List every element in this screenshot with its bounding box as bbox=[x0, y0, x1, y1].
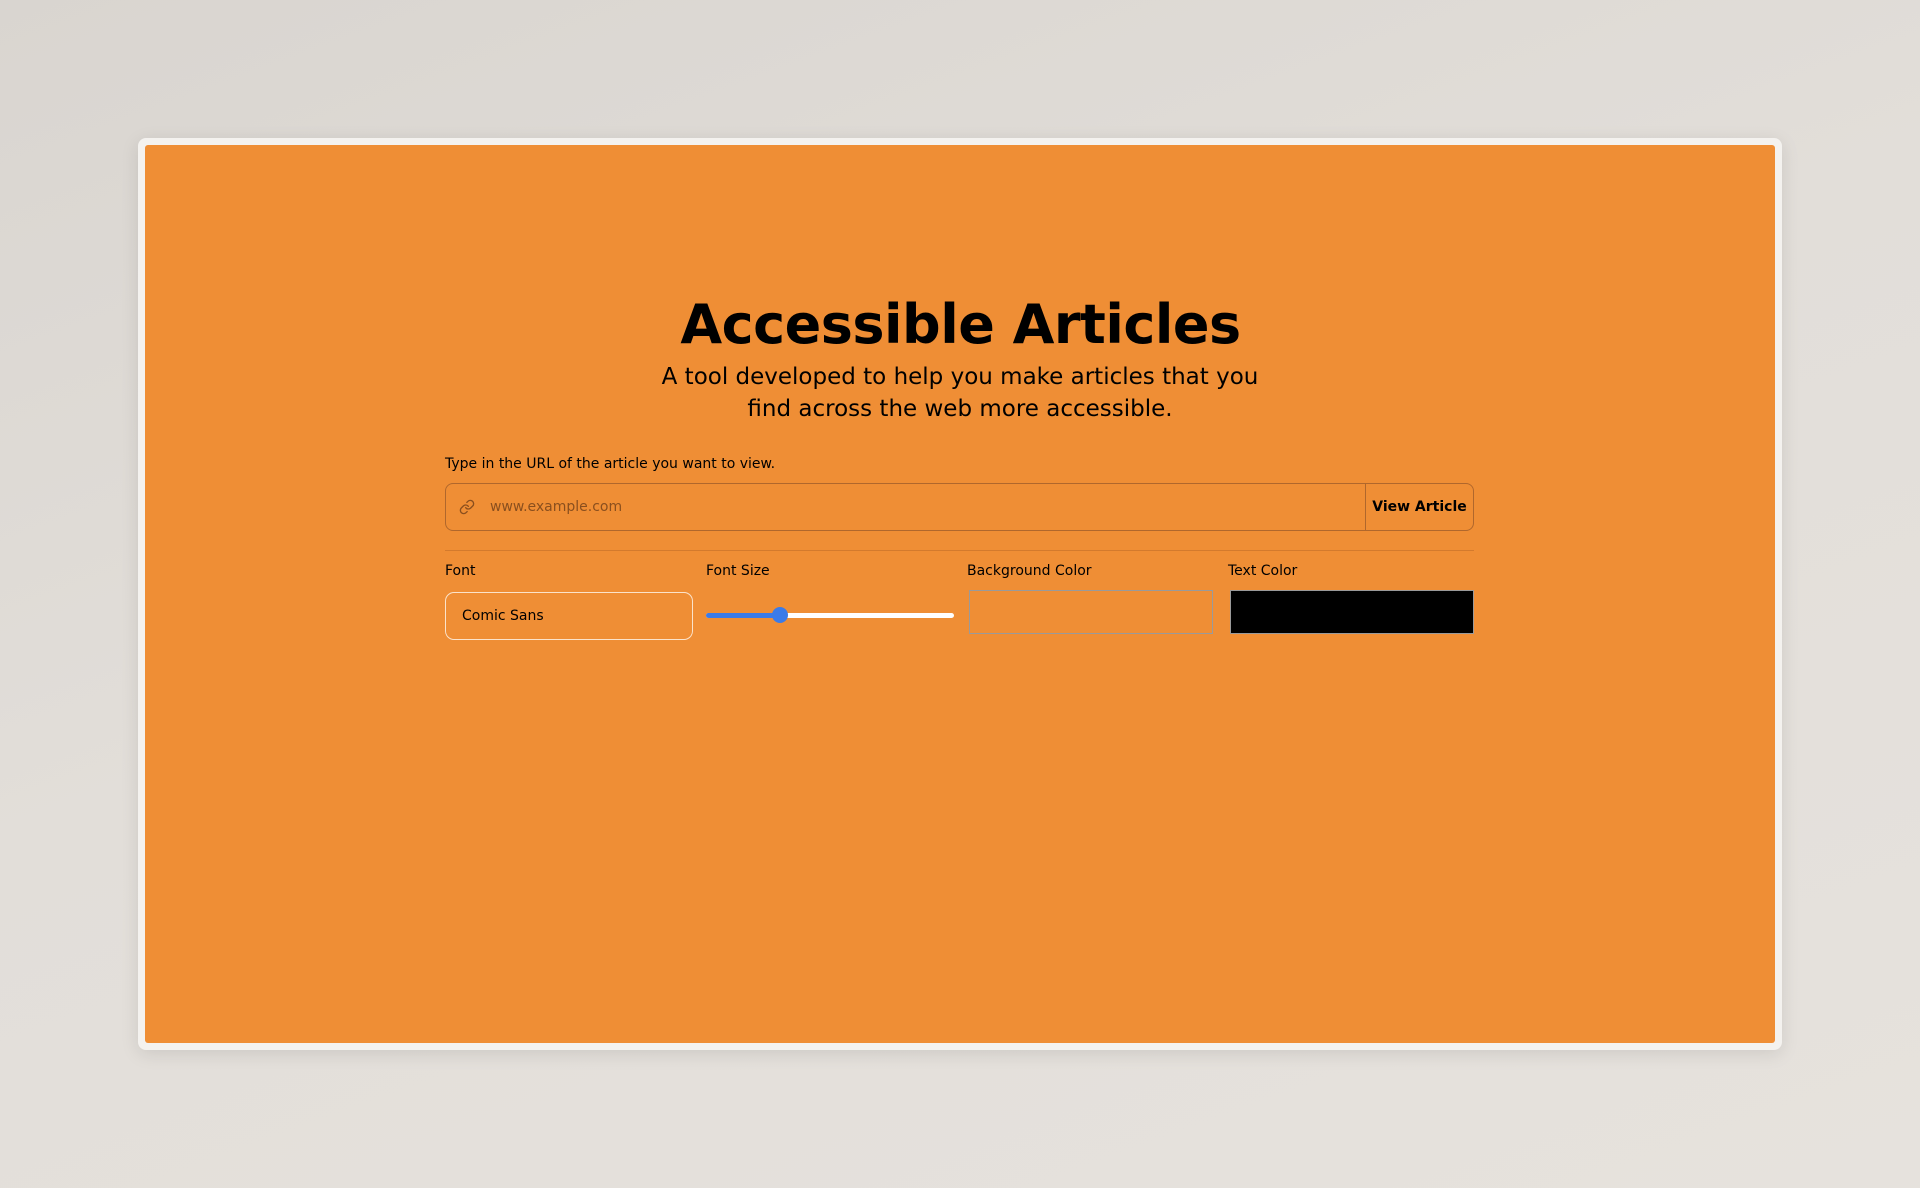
font-select[interactable]: Comic Sans bbox=[445, 592, 693, 640]
url-field-label: Type in the URL of the article you want … bbox=[445, 456, 776, 472]
page-subtitle: A tool developed to help you make articl… bbox=[661, 364, 1259, 422]
text-color-label: Text Color bbox=[1228, 563, 1298, 579]
page-title: Accessible Articles bbox=[680, 293, 1241, 356]
font-size-slider[interactable] bbox=[706, 605, 954, 625]
background-color-setting: Background Color bbox=[967, 563, 1215, 634]
font-label: Font bbox=[445, 563, 476, 579]
background-color-picker[interactable] bbox=[969, 590, 1213, 634]
url-input-wrapper bbox=[446, 483, 1365, 531]
browser-frame: Accessible Articles A tool developed to … bbox=[138, 138, 1782, 1050]
slider-fill bbox=[706, 613, 781, 618]
font-select-value: Comic Sans bbox=[462, 608, 544, 624]
font-size-label: Font Size bbox=[706, 563, 770, 579]
link-icon bbox=[458, 498, 476, 516]
view-article-button[interactable]: View Article bbox=[1365, 484, 1473, 530]
text-color-setting: Text Color bbox=[1228, 563, 1476, 634]
divider bbox=[445, 550, 1474, 551]
app-canvas: Accessible Articles A tool developed to … bbox=[145, 145, 1775, 1043]
font-setting: Font Comic Sans bbox=[445, 563, 693, 640]
slider-thumb[interactable] bbox=[772, 607, 789, 623]
background-color-label: Background Color bbox=[967, 563, 1092, 579]
url-input-group: View Article bbox=[445, 483, 1474, 531]
font-size-setting: Font Size bbox=[706, 563, 954, 623]
display-settings: Font Comic Sans Font Size Background Col… bbox=[445, 563, 1476, 653]
text-color-picker[interactable] bbox=[1230, 590, 1474, 634]
url-input[interactable] bbox=[488, 483, 1365, 531]
